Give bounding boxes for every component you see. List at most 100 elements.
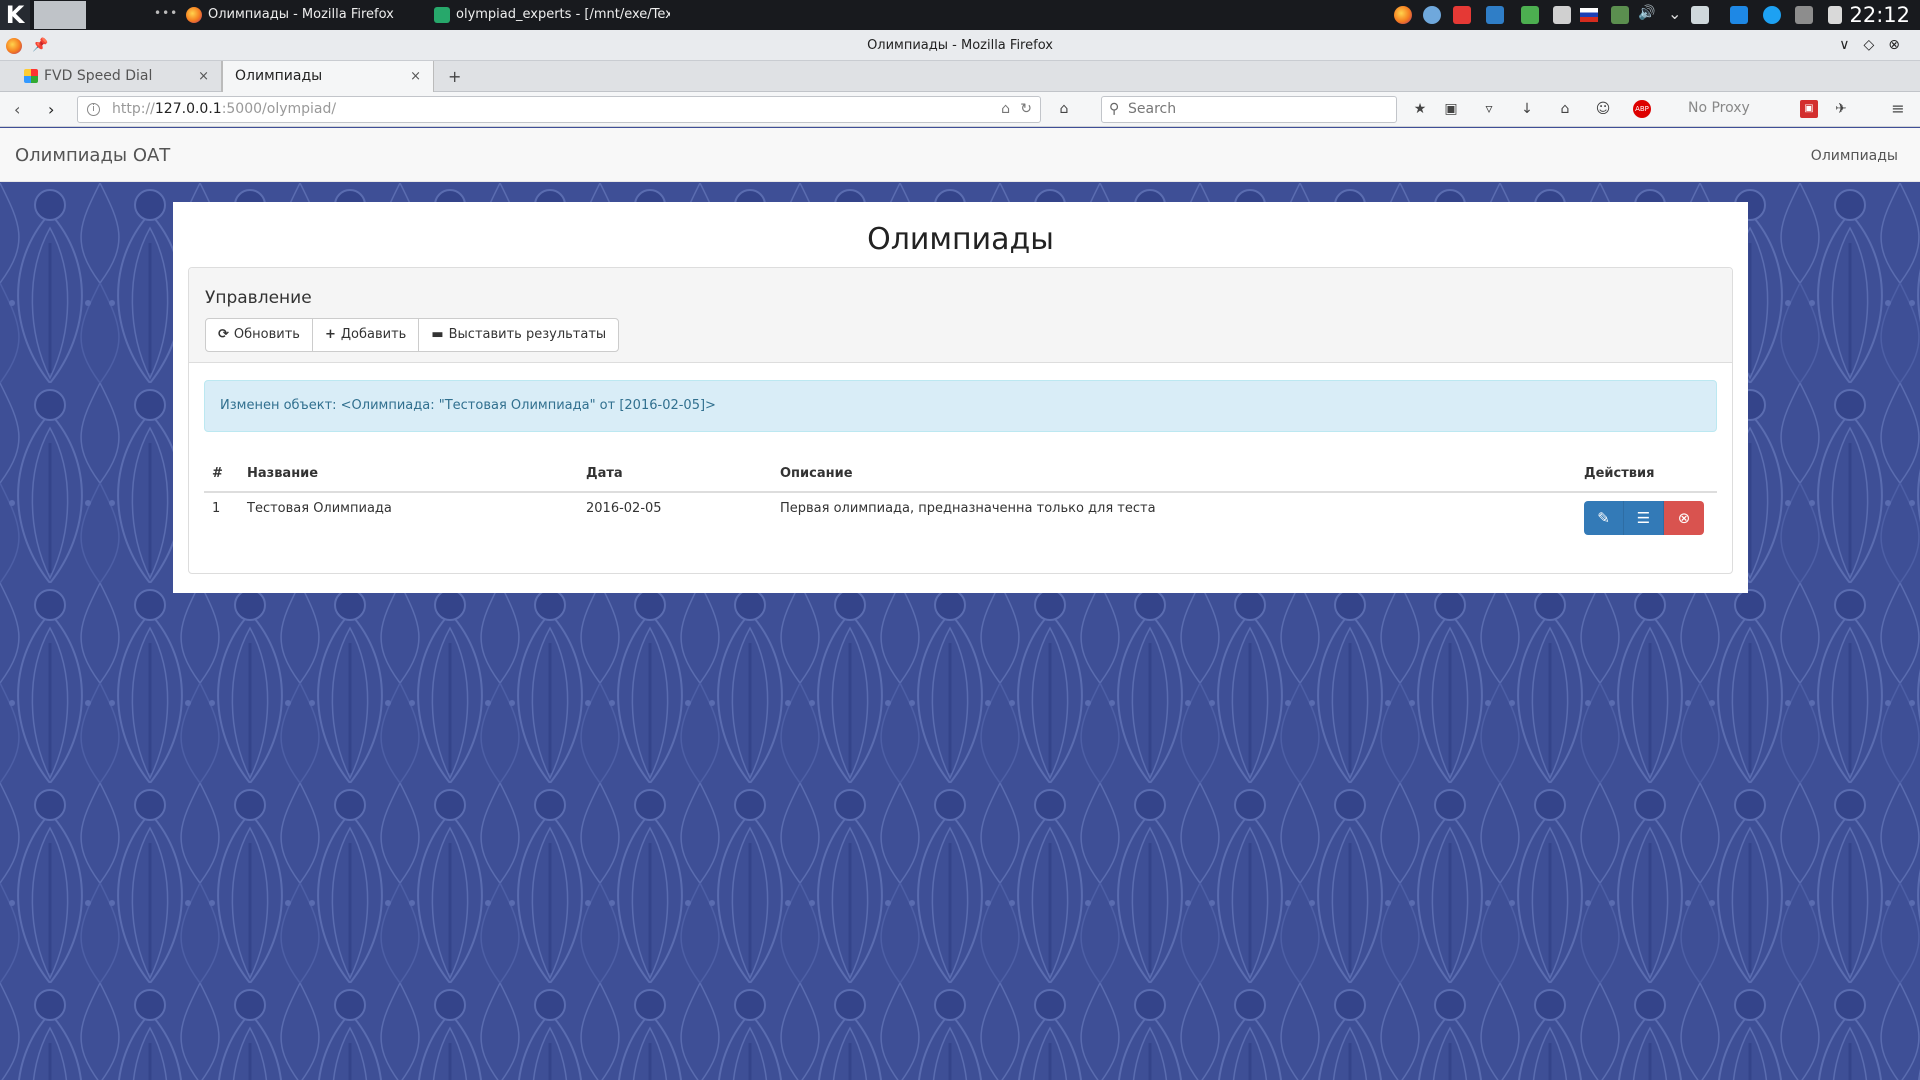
pin-icon[interactable]: 📌 [32, 30, 48, 61]
tray-language-flag-icon[interactable] [1580, 8, 1598, 22]
tray-chromium-icon[interactable] [1423, 6, 1441, 24]
list-icon: ☰ [1636, 509, 1651, 527]
delete-button[interactable]: ⊗ [1664, 501, 1704, 535]
tray-app-icon[interactable] [1521, 6, 1539, 24]
col-name-header: Название [239, 456, 578, 493]
tab-fvd-speed-dial[interactable]: FVD Speed Dial × [0, 61, 222, 92]
more-icon[interactable]: ••• [154, 6, 178, 20]
url-bar[interactable]: i http://127.0.0.1:5000/olympiad/ ⌂ ↻ [77, 96, 1041, 123]
set-results-button[interactable]: ▬ Выставить результаты [418, 318, 620, 352]
tab-olympiads[interactable]: Олимпиады × [222, 61, 434, 92]
panel-title: Управление [205, 288, 312, 308]
tray-firefox-icon[interactable] [1394, 6, 1412, 24]
edit-button[interactable]: ✎ [1584, 501, 1624, 535]
tab-label: Олимпиады [235, 68, 323, 84]
os-taskbar: K ••• Олимпиады - Mozilla Firefox olympi… [0, 0, 1920, 30]
firefox-icon [186, 7, 202, 23]
bookmarks-menu-icon[interactable]: ▣ [1442, 100, 1460, 118]
table-row: 1 Тестовая Олимпиада 2016-02-05 Первая о… [204, 491, 1717, 543]
tray-clipboard-icon[interactable] [1691, 6, 1709, 24]
window-controls[interactable]: ∨◇⊗ [1839, 30, 1914, 61]
tray-vivaldi-icon[interactable] [1453, 6, 1471, 24]
refresh-button[interactable]: ⟳ Обновить [205, 318, 313, 352]
tray-kdeconnect-icon[interactable] [1730, 6, 1748, 24]
nav-link-olympiads[interactable]: Олимпиады [1811, 148, 1898, 164]
page-title: Олимпиады [867, 222, 1054, 257]
cell-actions: ✎ ☰ ⊗ [1576, 491, 1717, 543]
url-prefix: http:// [112, 101, 155, 117]
home-page-icon[interactable]: ⌂ [1001, 97, 1010, 122]
tab-label: FVD Speed Dial [44, 68, 153, 84]
back-icon[interactable]: ‹ [14, 100, 20, 119]
refresh-label: Обновить [233, 327, 300, 342]
tray-expand-icon[interactable]: ⌄ [1668, 4, 1681, 23]
firefox-icon [6, 38, 22, 54]
task-firefox-label: Олимпиады - Mozilla Firefox [208, 7, 394, 22]
tray-skype-icon[interactable] [1763, 6, 1781, 24]
extension-two-icon[interactable]: ✈ [1832, 100, 1850, 118]
reload-icon[interactable]: ↻ [1020, 97, 1032, 122]
task-pycharm-label: olympiad_experts - [/mnt/exe/Text/ [456, 7, 670, 22]
add-button[interactable]: + Добавить [311, 318, 420, 352]
set-results-label: Выставить результаты [448, 327, 607, 342]
details-button[interactable]: ☰ [1624, 501, 1664, 535]
url-host: 127.0.0.1 [154, 101, 222, 117]
col-date-header: Дата [578, 456, 772, 493]
emoji-icon[interactable]: ☺ [1594, 100, 1612, 118]
tray-mail-icon[interactable] [1486, 6, 1504, 24]
refresh-icon: ⟳ [218, 327, 229, 342]
pocket-icon[interactable]: ▿ [1480, 100, 1498, 118]
tray-device-icon[interactable] [1553, 6, 1571, 24]
clock[interactable]: 22:12 [1849, 3, 1910, 27]
cell-date: 2016-02-05 [578, 491, 772, 543]
new-tab-button[interactable]: + [448, 61, 461, 92]
pycharm-icon [434, 7, 450, 23]
task-pycharm[interactable]: olympiad_experts - [/mnt/exe/Text/ [430, 0, 670, 30]
speed-dial-toolbar-icon[interactable]: ⌂ [1055, 100, 1073, 118]
downloads-icon[interactable]: ↓ [1518, 100, 1536, 118]
olympiads-table: # Название Дата Описание Действия 1 Тест… [204, 456, 1717, 543]
cell-description: Первая олимпиада, предназначенна только … [772, 491, 1576, 543]
navigation-toolbar: ‹ › i http://127.0.0.1:5000/olympiad/ ⌂ … [0, 92, 1920, 127]
home-icon[interactable]: ⌂ [1556, 100, 1574, 118]
tab-bar: FVD Speed Dial × Олимпиады × + [0, 61, 1920, 92]
bookmark-star-icon[interactable]: ★ [1411, 100, 1429, 118]
window-title: Олимпиады - Mozilla Firefox [867, 38, 1053, 53]
add-label: Добавить [340, 327, 407, 342]
window-titlebar: 📌 Олимпиады - Mozilla Firefox ∨◇⊗ [0, 30, 1920, 61]
plus-icon: + [324, 327, 336, 342]
task-firefox[interactable]: Олимпиады - Mozilla Firefox [182, 0, 427, 30]
proxy-selector[interactable]: No Proxy [1688, 100, 1750, 116]
panel-heading: Управление ⟳ Обновить + Добавить ▬ Выставит… [189, 268, 1732, 363]
cell-name: Тестовая Олимпиада [239, 491, 578, 543]
search-placeholder: Search [1128, 101, 1177, 117]
tray-network-icon[interactable] [1611, 6, 1629, 24]
col-description-header: Описание [772, 456, 1576, 493]
close-tab-icon[interactable]: × [410, 61, 421, 92]
site-navbar: Олимпиады ОАТ Олимпиады [0, 128, 1920, 182]
search-input[interactable]: ⚲ Search [1101, 96, 1397, 123]
bed-icon: ▬ [431, 327, 444, 342]
pager-desktop[interactable] [34, 1, 86, 29]
speed-dial-icon [24, 69, 38, 83]
app-launcher-button[interactable]: K [0, 0, 30, 30]
tray-notes-icon[interactable] [1795, 6, 1813, 24]
hamburger-menu-icon[interactable]: ≡ [1889, 100, 1907, 118]
site-info-icon[interactable]: i [87, 103, 100, 116]
table-header-row: # Название Дата Описание Действия [204, 456, 1717, 493]
pencil-icon: ✎ [1597, 509, 1610, 527]
adblock-icon[interactable]: ABP [1633, 100, 1651, 118]
main-container: Олимпиады Управление ⟳ Обновить + Добавить… [173, 202, 1748, 593]
extension-icon[interactable]: ▣ [1800, 100, 1818, 118]
management-panel: Управление ⟳ Обновить + Добавить ▬ Выставит… [188, 267, 1733, 574]
remove-circle-icon: ⊗ [1677, 509, 1691, 527]
cell-number: 1 [204, 491, 239, 543]
forward-icon[interactable]: › [48, 100, 54, 119]
tray-volume-icon[interactable]: 🔊 [1638, 5, 1655, 21]
site-brand[interactable]: Олимпиады ОАТ [15, 145, 170, 166]
search-icon: ⚲ [1109, 101, 1120, 117]
close-tab-icon[interactable]: × [198, 61, 209, 92]
toolbar-button-group: ⟳ Обновить + Добавить ▬ Выставить результат… [205, 318, 620, 352]
col-number-header: # [204, 456, 239, 493]
tray-battery-icon[interactable] [1828, 6, 1842, 24]
